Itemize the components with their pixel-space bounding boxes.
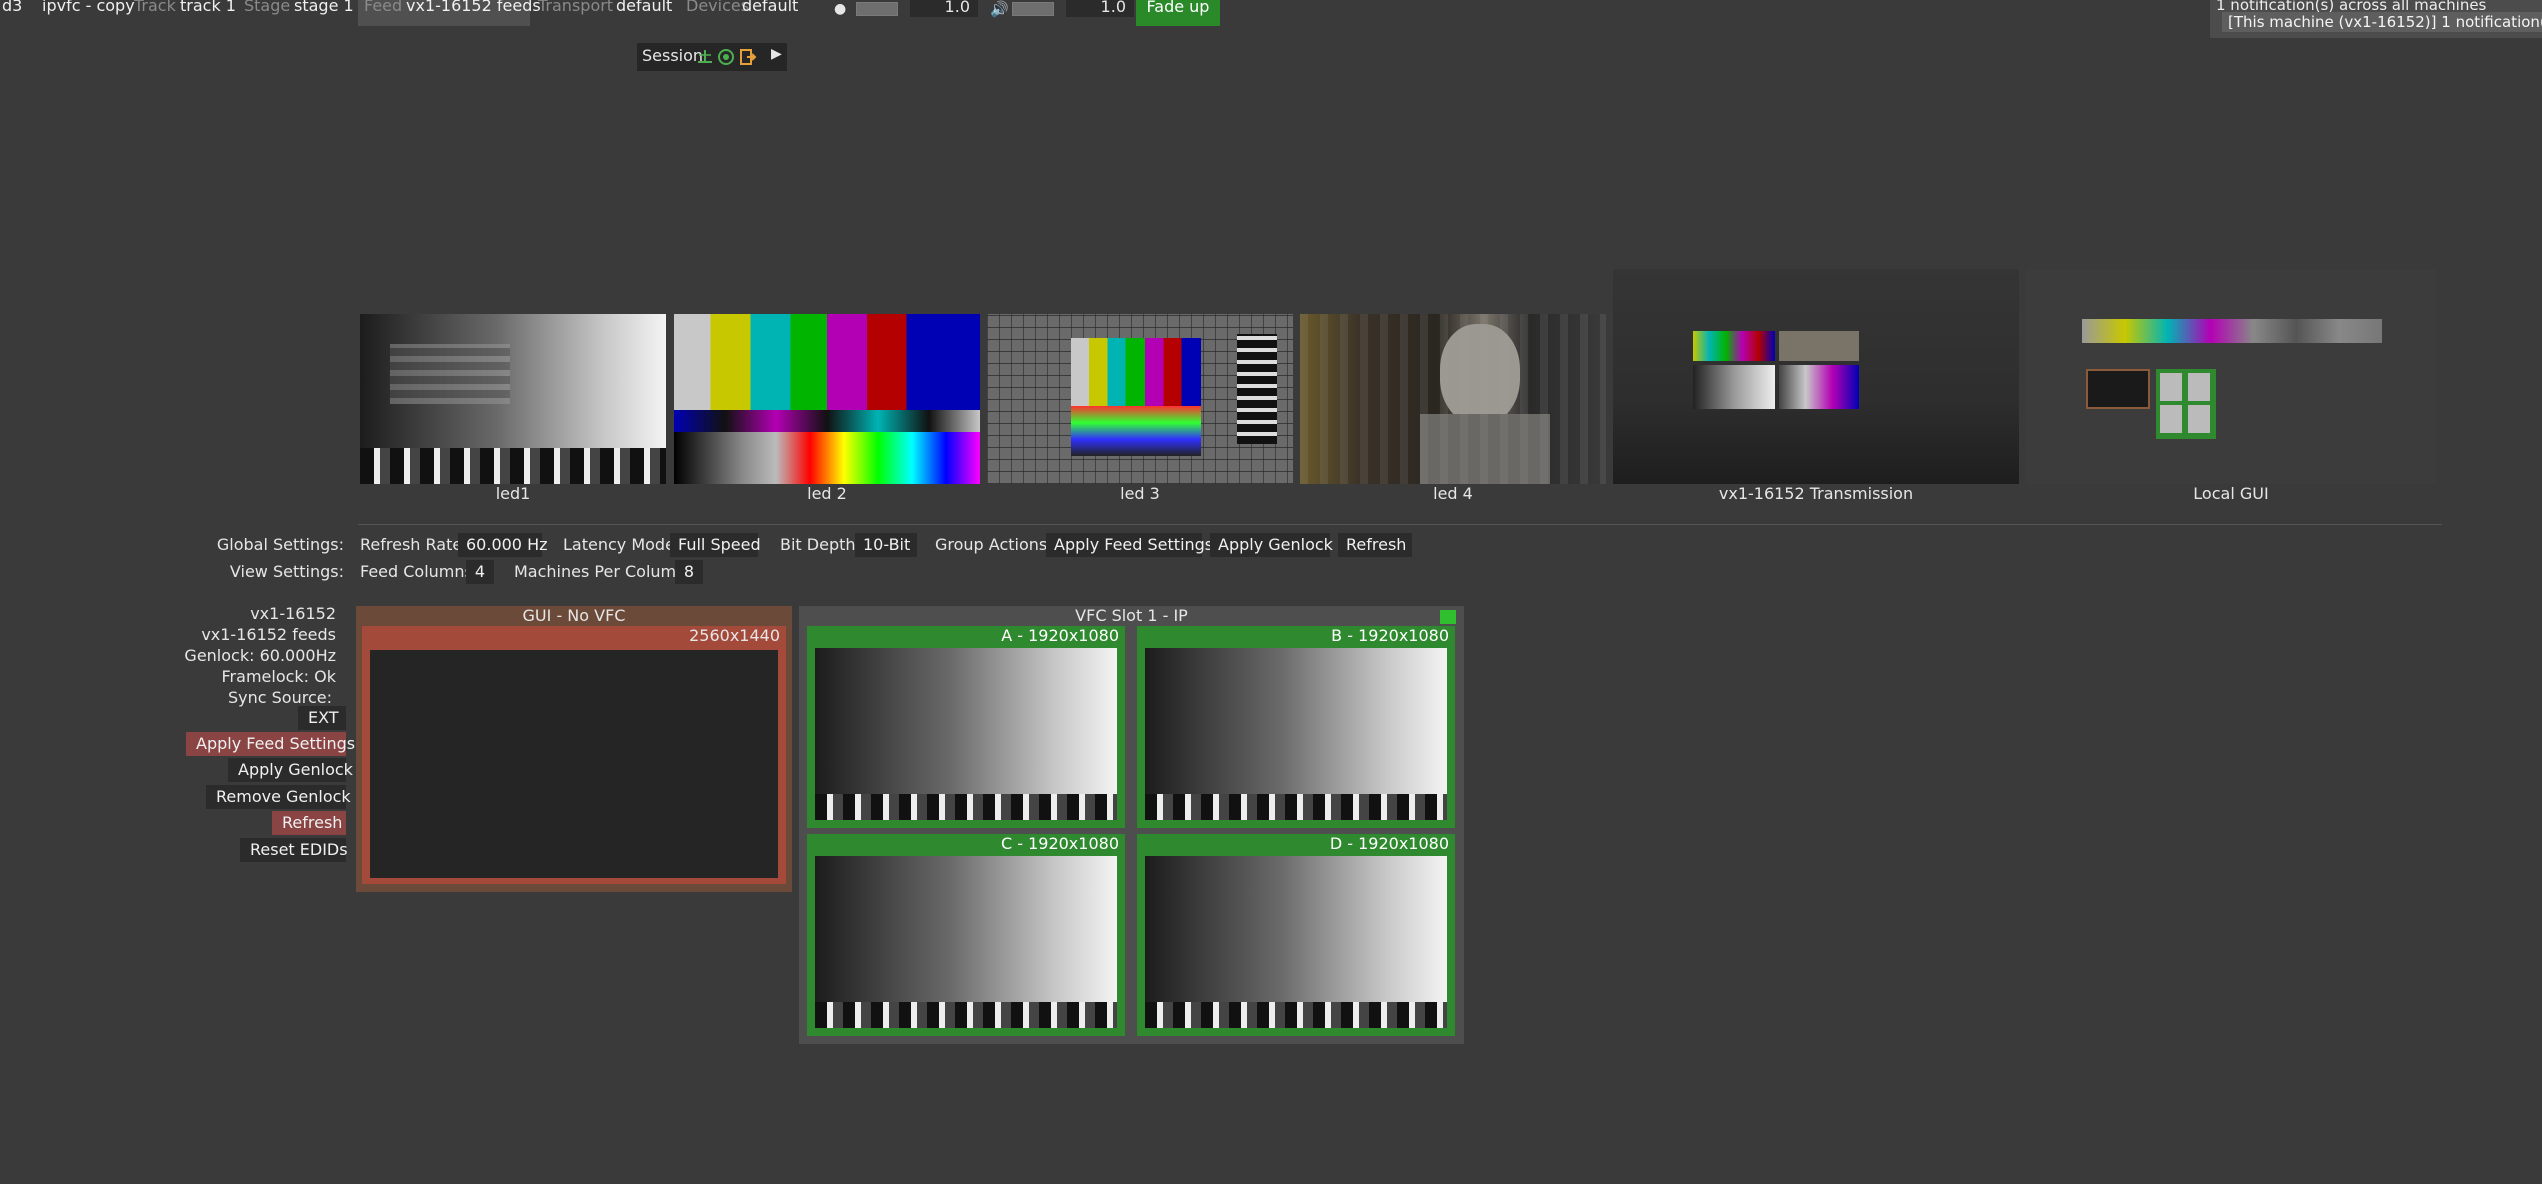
stage-value[interactable]: stage 1 (294, 0, 354, 19)
target-icon[interactable] (717, 48, 735, 66)
sync-source-label: Sync Source: (228, 688, 332, 707)
vfc-slot-panel[interactable]: VFC Slot 1 - IP A - 1920x1080 B - 1920x1… (799, 606, 1464, 1044)
thumbnail-label: led 2 (807, 484, 847, 503)
feed-thumbnail-led3[interactable] (987, 314, 1293, 484)
transport-label: Transport (538, 0, 614, 15)
feed-thumbnail-local-gui[interactable] (2026, 269, 2436, 484)
genlock-status: Genlock: 60.000Hz (184, 646, 336, 665)
gui-output-header: 2560x1440 (362, 626, 786, 646)
status-indicator (1440, 610, 1456, 624)
thumbnail-label: led1 (495, 484, 531, 503)
track-label: Track (134, 0, 176, 15)
group-apply-genlock-button[interactable]: Apply Genlock (1210, 533, 1333, 557)
vfc-slot-title: VFC Slot 1 - IP (1075, 606, 1188, 625)
remove-genlock-button[interactable]: Remove Genlock (206, 785, 351, 809)
thumbnail-label: led 3 (1120, 484, 1160, 503)
exit-icon[interactable] (739, 48, 757, 66)
group-actions-label: Group Actions: (935, 535, 1053, 554)
machine-feeds: vx1-16152 feeds (201, 625, 336, 644)
feed-thumbnail-transmission[interactable] (1613, 269, 2019, 484)
feed-label: Feed (364, 0, 403, 15)
gui-output-frame (362, 646, 786, 884)
volume-slider[interactable] (1012, 2, 1054, 16)
volume-icon: 🔊 (990, 0, 1009, 18)
brightness-slider[interactable] (856, 2, 898, 16)
thumbnail-label: Local GUI (2193, 484, 2269, 503)
machines-per-column-label: Machines Per Column (514, 562, 687, 581)
group-refresh-button[interactable]: Refresh (1338, 533, 1412, 557)
machines-per-column-field[interactable]: 8 (675, 560, 703, 584)
machine-name: vx1-16152 (250, 604, 336, 623)
brightness-icon: ● (834, 1, 847, 17)
framelock-status: Framelock: Ok (221, 667, 336, 686)
feed-thumbnail-led4[interactable] (1300, 314, 1606, 484)
top-bar: d3 ipvfc - copy Track track 1 Stage stag… (0, 0, 1230, 26)
divider (358, 524, 2442, 525)
devices-value[interactable]: default (742, 0, 798, 19)
project-name[interactable]: ipvfc - copy (42, 0, 135, 19)
sync-source-field[interactable]: EXT (298, 706, 346, 730)
output-preview (815, 856, 1117, 1028)
output-label: B - 1920x1080 (1331, 626, 1449, 645)
devices-label: Devices (686, 0, 750, 15)
bit-depth-label: Bit Depth (780, 535, 856, 554)
latency-mode-label: Latency Mode (563, 535, 675, 554)
gui-output-screen[interactable] (370, 650, 778, 878)
output-c[interactable]: C - 1920x1080 (807, 834, 1125, 1036)
feed-columns-field[interactable]: 4 (466, 560, 494, 584)
latency-mode-field[interactable]: Full Speed (670, 533, 761, 557)
output-preview (1145, 856, 1447, 1028)
output-preview (815, 648, 1117, 820)
network-icon[interactable] (696, 48, 714, 66)
output-d[interactable]: D - 1920x1080 (1137, 834, 1455, 1036)
gui-panel-title: GUI - No VFC (522, 606, 626, 625)
output-label: A - 1920x1080 (1001, 626, 1119, 645)
output-a[interactable]: A - 1920x1080 (807, 626, 1125, 828)
transport-value[interactable]: default (616, 0, 672, 19)
stage-label: Stage (244, 0, 291, 15)
group-apply-feed-settings-button[interactable]: Apply Feed Settings (1046, 533, 1213, 557)
feed-thumbnail-led1[interactable] (360, 314, 666, 484)
brightness-value[interactable]: 1.0 (910, 0, 978, 17)
refresh-rate-field[interactable]: 60.000 Hz (458, 533, 548, 557)
reset-edids-button[interactable]: Reset EDIDs (240, 838, 348, 862)
bit-depth-field[interactable]: 10-Bit (855, 533, 917, 557)
thumbnail-label: led 4 (1433, 484, 1473, 503)
feed-value[interactable]: vx1-16152 feeds (406, 0, 541, 19)
fade-up-button[interactable]: Fade up (1136, 0, 1220, 26)
session-widget[interactable]: Session ▶ (637, 43, 787, 71)
volume-value[interactable]: 1.0 (1066, 0, 1134, 17)
gui-panel[interactable]: GUI - No VFC 2560x1440 (356, 606, 792, 892)
feed-columns-label: Feed Columns (360, 562, 473, 581)
track-value[interactable]: track 1 (180, 0, 236, 19)
refresh-button[interactable]: Refresh (272, 811, 346, 835)
notification-machine[interactable]: [This machine (vx1-16152)] 1 notificatio… (2222, 12, 2542, 32)
output-label: C - 1920x1080 (1000, 834, 1119, 853)
gui-resolution: 2560x1440 (689, 626, 780, 645)
view-settings-label: View Settings: (229, 562, 344, 581)
apply-feed-settings-button[interactable]: Apply Feed Settings (186, 732, 355, 756)
session-label: Session (642, 46, 704, 65)
thumbnail-label: vx1-16152 Transmission (1718, 484, 1914, 503)
global-settings-label: Global Settings: (216, 535, 344, 554)
play-icon[interactable]: ▶ (771, 46, 782, 62)
refresh-rate-label: Refresh Rate (360, 535, 463, 554)
output-preview (1145, 648, 1447, 820)
output-label: D - 1920x1080 (1329, 834, 1449, 853)
app-logo[interactable]: d3 (2, 0, 22, 19)
notification-panel[interactable]: 1 notification(s) across all machines [T… (2210, 0, 2542, 38)
apply-genlock-button[interactable]: Apply Genlock (228, 758, 353, 782)
output-b[interactable]: B - 1920x1080 (1137, 626, 1455, 828)
feed-thumbnail-led2[interactable] (674, 314, 980, 484)
